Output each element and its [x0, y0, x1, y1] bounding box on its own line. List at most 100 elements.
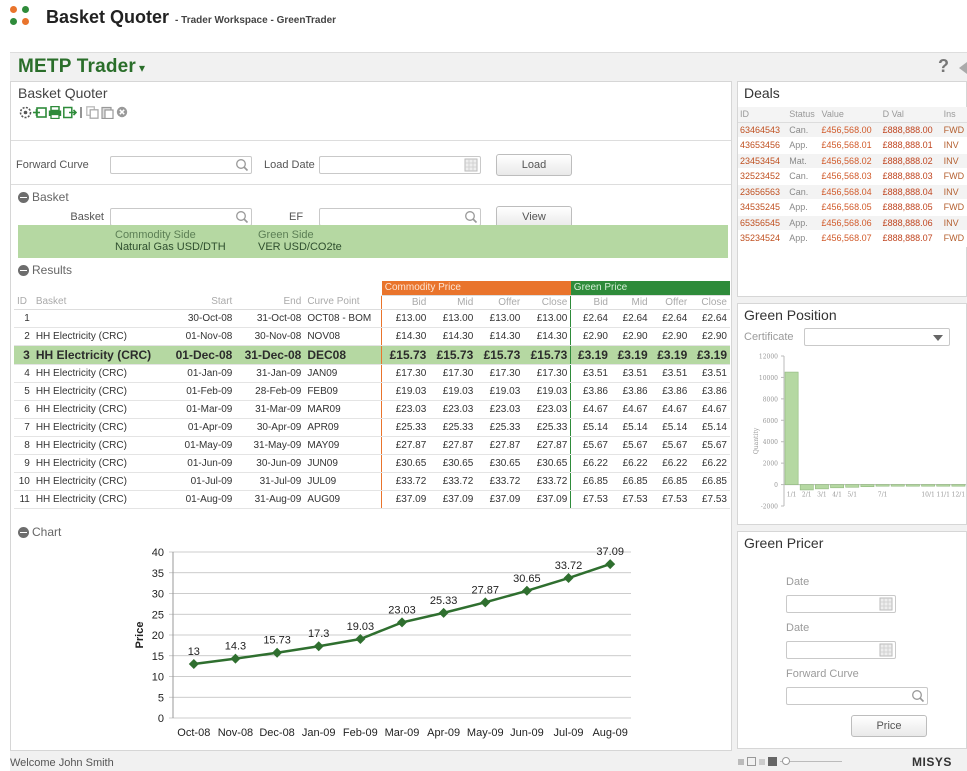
- close-circle-icon[interactable]: [115, 105, 129, 119]
- collapse-arrow-icon[interactable]: [959, 62, 967, 74]
- table-cell: 01-Mar-09: [166, 400, 236, 419]
- deal-row[interactable]: 65356545 App. £456,568.06 £888,888.06 INV: [738, 215, 967, 231]
- column-header[interactable]: Bid: [570, 295, 611, 310]
- search-icon[interactable]: [235, 158, 249, 175]
- date1-input[interactable]: [786, 595, 896, 613]
- y-tick-label: 5: [158, 692, 164, 704]
- divider: [11, 140, 731, 141]
- deals-column-header[interactable]: ID: [738, 107, 788, 123]
- column-header[interactable]: Mid: [429, 295, 477, 310]
- table-row[interactable]: 8 HH Electricity (CRC) 01-May-09 31-May-09 M…: [14, 436, 730, 455]
- basket-input[interactable]: [110, 208, 252, 226]
- help-icon[interactable]: ?: [938, 56, 949, 77]
- table-cell: [32, 309, 167, 328]
- chevron-down-icon[interactable]: [933, 335, 943, 341]
- table-row[interactable]: 6 HH Electricity (CRC) 01-Mar-09 31-Mar-09 M…: [14, 400, 730, 419]
- deals-column-header[interactable]: Value: [819, 107, 881, 123]
- table-cell: £13.00: [476, 309, 524, 328]
- calendar-icon[interactable]: [879, 597, 893, 614]
- table-cell: £30.65: [381, 454, 430, 473]
- load-button[interactable]: Load: [496, 154, 572, 176]
- column-header[interactable]: Offer: [650, 295, 691, 310]
- deal-row[interactable]: 63464543 Can. £456,568.00 £888,888.00 FWD: [738, 122, 967, 138]
- column-header[interactable]: ID: [14, 295, 33, 310]
- paste-icon[interactable]: [100, 105, 114, 119]
- deal-row[interactable]: 43653456 App. £456,568.01 £888,888.01 INV: [738, 137, 967, 154]
- column-header[interactable]: Start: [166, 295, 236, 310]
- calendar-icon[interactable]: [464, 158, 478, 175]
- deal-row[interactable]: 32523452 Can. £456,568.03 £888,888.03 FWD: [738, 168, 967, 185]
- table-row[interactable]: 1 30-Oct-08 31-Oct-08 OCT08 - BOM £13.00 £13.…: [14, 309, 730, 328]
- column-header[interactable]: Close: [690, 295, 730, 310]
- table-row[interactable]: 11 HH Electricity (CRC) 01-Aug-09 31-Aug-09…: [14, 490, 730, 509]
- deals-column-header[interactable]: Ins: [941, 107, 967, 123]
- table-cell: 11: [14, 490, 33, 509]
- y-tick-label: 30: [152, 589, 164, 601]
- zoom-slider[interactable]: [780, 757, 842, 766]
- forward-curve-input[interactable]: [110, 156, 252, 174]
- y-tick-label: 25: [152, 609, 164, 621]
- table-cell: £2.90: [570, 327, 611, 346]
- table-row[interactable]: 4 HH Electricity (CRC) 01-Jan-09 31-Jan-09 J…: [14, 364, 730, 383]
- table-cell: £7.53: [610, 490, 651, 509]
- deal-row[interactable]: 34535245 App. £456,568.05 £888,888.05 FWD: [738, 199, 967, 216]
- date2-input[interactable]: [786, 641, 896, 659]
- certificate-select[interactable]: [804, 328, 950, 346]
- table-cell: £30.65: [429, 454, 477, 473]
- collapse-icon[interactable]: [18, 264, 29, 276]
- column-header[interactable]: Bid: [381, 295, 430, 310]
- view-mode-icon[interactable]: [747, 757, 756, 766]
- view-mode-icon[interactable]: [759, 758, 765, 765]
- export-icon[interactable]: [63, 105, 77, 119]
- deals-column-header[interactable]: Status: [787, 107, 820, 123]
- column-header[interactable]: End: [235, 295, 305, 310]
- x-tick-label: Dec-08: [259, 727, 294, 739]
- column-header[interactable]: Curve Point: [304, 295, 382, 310]
- table-row[interactable]: 7 HH Electricity (CRC) 01-Apr-09 30-Apr-09 A…: [14, 418, 730, 437]
- chart-section-header[interactable]: Chart: [18, 525, 61, 539]
- table-row[interactable]: 10 HH Electricity (CRC) 01-Jul-09 31-Jul-09…: [14, 472, 730, 491]
- y-tick-label: 0: [774, 482, 778, 489]
- collapse-icon[interactable]: [18, 526, 29, 538]
- settings-icon[interactable]: [18, 105, 32, 119]
- table-row[interactable]: 5 HH Electricity (CRC) 01-Feb-09 28-Feb-09 F…: [14, 382, 730, 401]
- view-mode-icon[interactable]: [768, 757, 777, 766]
- table-cell: £6.85: [650, 472, 691, 491]
- table-cell: 8: [14, 436, 33, 455]
- calendar-icon[interactable]: [879, 643, 893, 660]
- price-button[interactable]: Price: [851, 715, 927, 737]
- table-row[interactable]: 9 HH Electricity (CRC) 01-Jun-09 30-Jun-09 J…: [14, 454, 730, 473]
- ef-input[interactable]: [319, 208, 481, 226]
- column-header[interactable]: Mid: [610, 295, 651, 310]
- workspace-menu-caret-icon[interactable]: ▾: [139, 61, 145, 75]
- column-header[interactable]: Close: [523, 295, 571, 310]
- add-row-icon[interactable]: [33, 105, 47, 119]
- basket-section-header[interactable]: Basket: [18, 190, 69, 204]
- view-mode-icon[interactable]: [738, 758, 744, 765]
- zoom-slider-handle[interactable]: [782, 757, 790, 765]
- data-label: 14.3: [225, 641, 246, 653]
- table-row[interactable]: 2 HH Electricity (CRC) 01-Nov-08 30-Nov-08 N…: [14, 327, 730, 346]
- data-label: 17.3: [308, 628, 329, 640]
- print-icon[interactable]: [48, 105, 62, 119]
- load-date-input[interactable]: [319, 156, 481, 174]
- collapse-icon[interactable]: [18, 191, 29, 203]
- table-cell: £6.22: [570, 454, 611, 473]
- table-row[interactable]: 3 HH Electricity (CRC) 01-Dec-08 31-Dec-08 D…: [14, 345, 730, 365]
- column-header[interactable]: Offer: [476, 295, 524, 310]
- deal-row[interactable]: 23453454 Mat. £456,568.02 £888,888.02 INV: [738, 153, 967, 169]
- deal-row[interactable]: 35234524 App. £456,568.07 £888,888.07 FWD: [738, 230, 967, 247]
- search-icon[interactable]: [911, 689, 925, 706]
- pricer-forward-curve-input[interactable]: [786, 687, 928, 705]
- deal-cell: £888,888.00: [880, 122, 942, 138]
- workspace-title[interactable]: METP Trader: [18, 56, 136, 78]
- results-section-header[interactable]: Results: [18, 263, 72, 277]
- deal-row[interactable]: 23656563 Can. £456,568.04 £888,888.04 INV: [738, 184, 967, 200]
- copy-icon[interactable]: [85, 105, 99, 119]
- x-tick-label: Jan-09: [302, 727, 336, 739]
- table-cell: £25.33: [523, 418, 571, 437]
- deals-column-header[interactable]: D Val: [880, 107, 942, 123]
- column-header[interactable]: Basket: [32, 295, 167, 310]
- table-cell: £17.30: [429, 364, 477, 383]
- basket-sides-band: Commodity Side Natural Gas USD/DTH Green…: [18, 225, 728, 258]
